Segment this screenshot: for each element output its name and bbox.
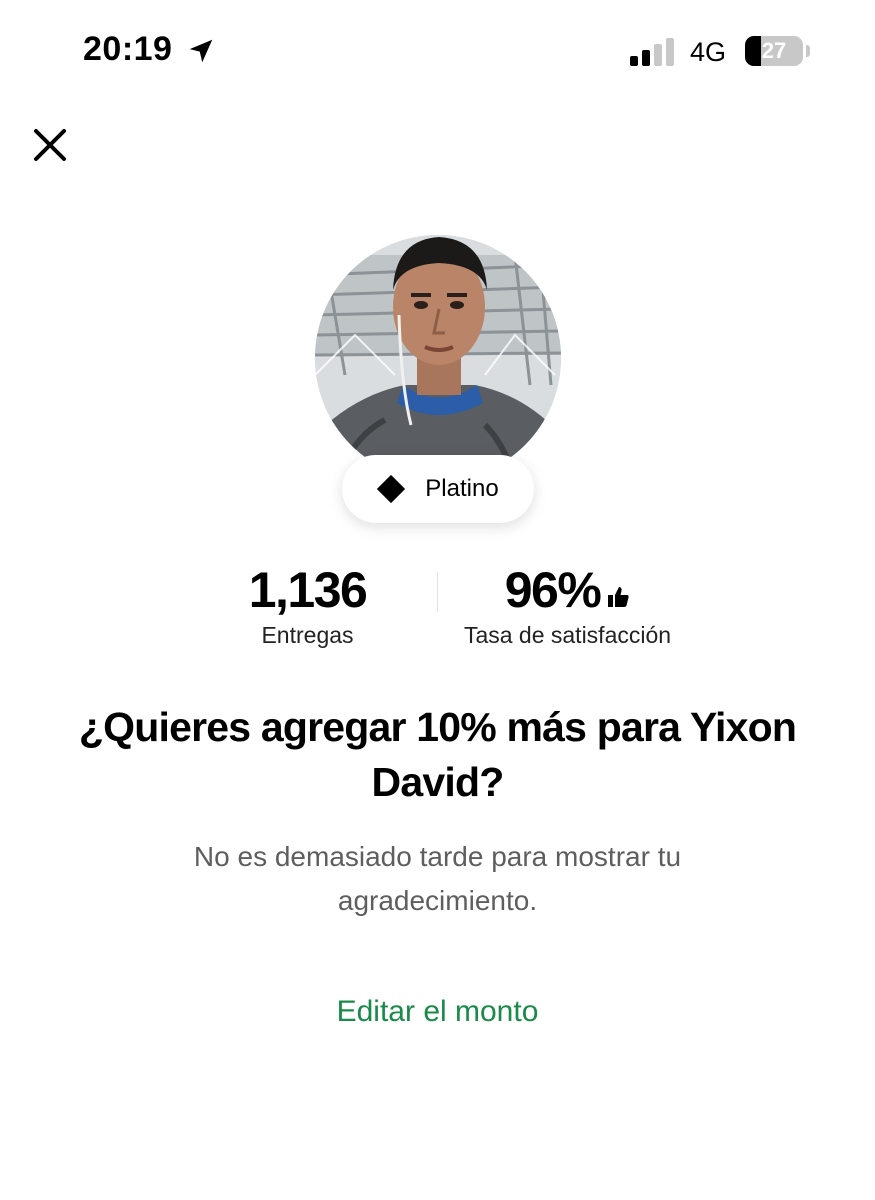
stats-divider: [437, 572, 438, 612]
battery-percent: 27: [761, 38, 787, 63]
satisfaction-stat: 96% Tasa de satisfacción: [450, 562, 685, 649]
diamond-icon: [377, 474, 406, 504]
satisfaction-value-row: 96%: [450, 562, 685, 618]
deliveries-stat: 1,136 Entregas: [230, 562, 385, 649]
driver-avatar: [315, 235, 561, 481]
battery-icon: 27: [745, 36, 803, 66]
tier-label: Platino: [425, 475, 499, 502]
satisfaction-value: 96%: [504, 562, 602, 618]
tier-badge: Platino: [342, 455, 534, 523]
edit-amount-link[interactable]: Editar el monto: [250, 995, 625, 1029]
location-arrow-icon: [189, 39, 213, 63]
tip-prompt-title: ¿Quieres agregar 10% más para Yixon Davi…: [78, 704, 797, 805]
deliveries-label: Entregas: [261, 622, 354, 648]
close-icon[interactable]: [30, 125, 70, 165]
network-type: 4G: [690, 37, 727, 67]
satisfaction-label: Tasa de satisfacción: [463, 622, 672, 648]
status-time: 20:19: [83, 30, 173, 68]
tip-prompt-subtitle: No es demasiado tarde para mostrar tu ag…: [193, 841, 682, 916]
battery-nub: [806, 45, 810, 57]
deliveries-value: 1,136: [248, 562, 368, 618]
thumbs-up-icon: [608, 587, 629, 607]
signal-icon: [630, 38, 674, 66]
app-screen: 20:19 4G 27 Platino 1,136 Entregas 96% T…: [0, 0, 875, 1200]
